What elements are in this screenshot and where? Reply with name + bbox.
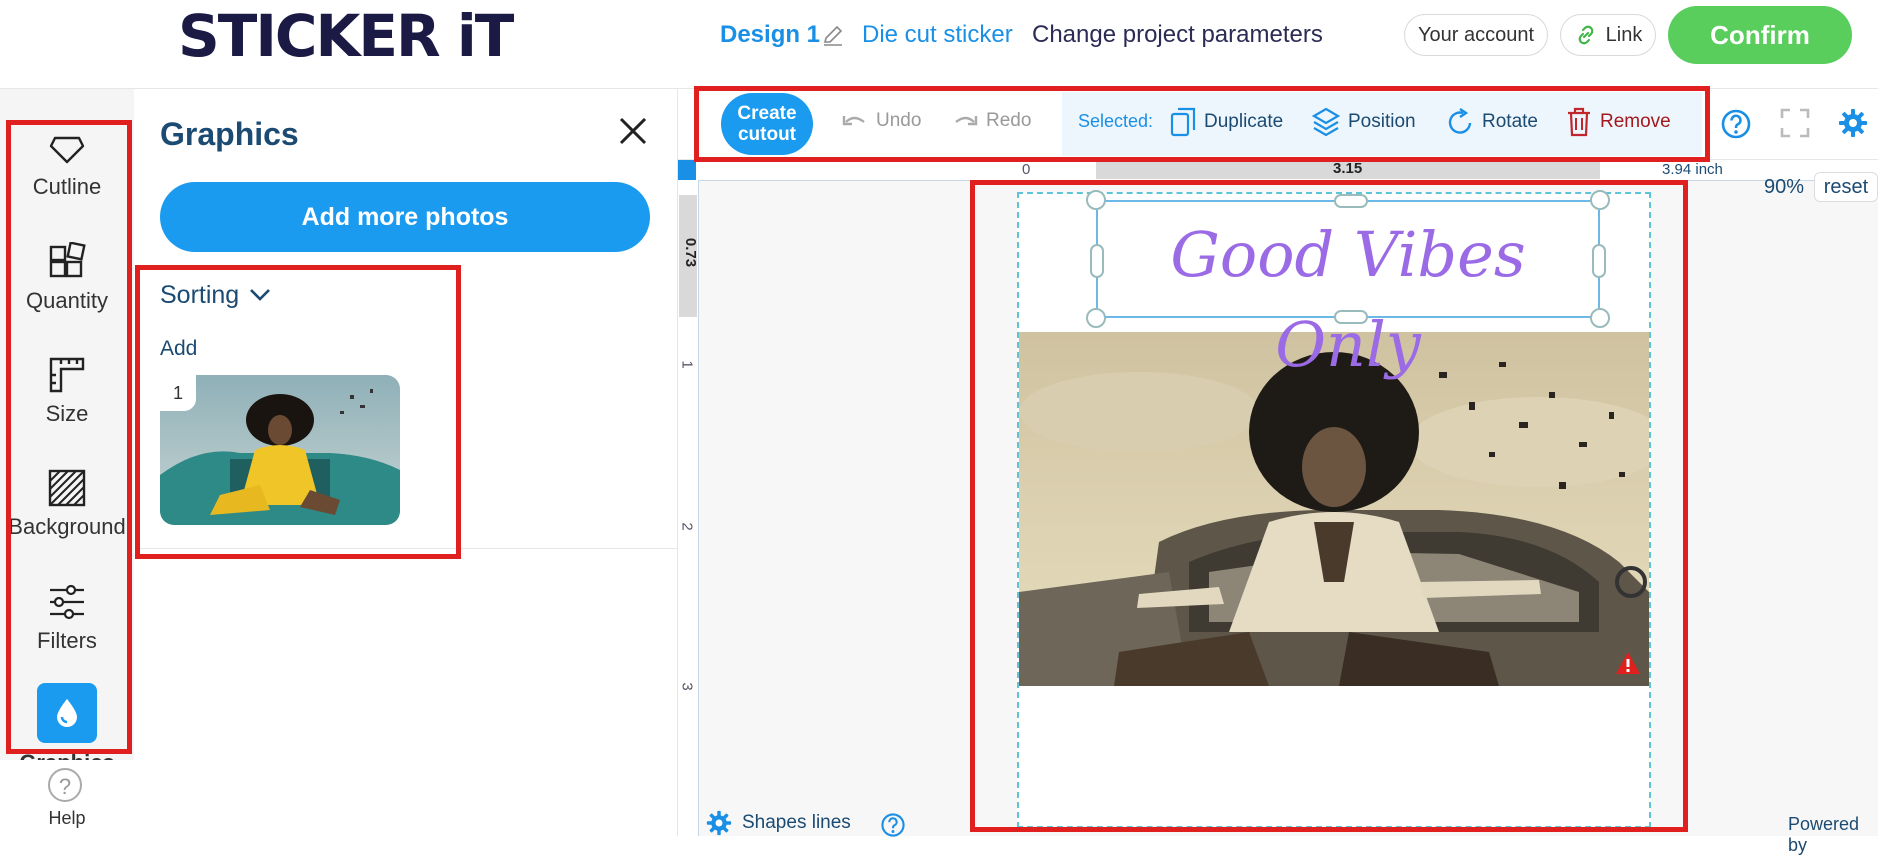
help-icon[interactable]: ? <box>48 768 82 802</box>
your-account-button[interactable]: Your account <box>1404 14 1548 56</box>
resize-handle-top-right[interactable] <box>1590 190 1610 210</box>
sidebar-item-cutline[interactable]: Cutline <box>0 128 134 200</box>
undo-button[interactable]: Undo <box>842 110 921 132</box>
layers-icon <box>1312 107 1340 137</box>
quantity-icon <box>47 242 87 282</box>
rotate-button[interactable]: Rotate <box>1446 107 1538 137</box>
ruler-left-3: 3 <box>678 682 696 691</box>
sidebar-item-quantity[interactable]: Quantity <box>0 242 134 314</box>
thumbnail-index: 1 <box>160 375 196 411</box>
help-label[interactable]: Help <box>0 808 134 829</box>
fullscreen-icon[interactable] <box>1780 108 1810 138</box>
confirm-button[interactable]: Confirm <box>1668 6 1852 64</box>
change-project-parameters-link[interactable]: Change project parameters <box>1032 20 1323 50</box>
resize-handle-top-left[interactable] <box>1086 190 1106 210</box>
pencil-icon[interactable] <box>822 24 844 46</box>
sticker-text[interactable]: Good Vibes Only <box>1100 210 1596 390</box>
design-name[interactable]: Design 1 <box>720 20 820 50</box>
resize-handle-top[interactable] <box>1334 194 1368 208</box>
zoom-level: 90% <box>1764 176 1805 198</box>
add-more-photos-button[interactable]: Add more photos <box>160 182 650 252</box>
sidebar-item-size[interactable]: Size <box>0 355 134 427</box>
add-link[interactable]: Add <box>160 336 197 362</box>
ruler-top-value: 3.15 <box>1333 160 1363 177</box>
link-icon <box>1574 23 1598 47</box>
photo-thumbnail[interactable] <box>160 375 400 525</box>
remove-button[interactable]: Remove <box>1566 107 1671 137</box>
ruler-left-1: 1 <box>678 360 696 369</box>
ruler-corner <box>678 160 696 180</box>
ruler-left-2: 2 <box>678 522 696 531</box>
ruler-top-zero: 0 <box>1022 161 1031 178</box>
close-icon[interactable] <box>616 114 650 148</box>
redo-icon <box>952 112 978 130</box>
gear-icon <box>706 810 732 836</box>
duplicate-button[interactable]: Duplicate <box>1170 107 1283 137</box>
shapes-help-icon[interactable] <box>880 812 906 838</box>
filters-icon <box>47 582 87 622</box>
duplicate-icon <box>1170 107 1196 137</box>
create-cutout-button[interactable]: Create cutout <box>721 93 813 155</box>
cutline-icon <box>47 128 87 168</box>
reset-zoom-button[interactable]: reset <box>1814 172 1878 202</box>
warning-icon[interactable] <box>1614 650 1642 676</box>
ruler-top-total: 3.94 inch <box>1662 161 1723 178</box>
position-button[interactable]: Position <box>1312 107 1416 137</box>
redo-button[interactable]: Redo <box>952 110 1031 132</box>
shapes-lines-button[interactable]: Shapes lines <box>706 810 851 836</box>
link-button[interactable]: Link <box>1560 14 1656 56</box>
background-icon <box>47 468 87 508</box>
panel-title: Graphics <box>160 116 299 152</box>
ruler-icon <box>47 355 87 395</box>
selected-label: Selected: <box>1078 111 1154 131</box>
panel-divider <box>135 548 677 549</box>
sidebar-item-filters[interactable]: Filters <box>0 582 134 654</box>
sidebar-item-graphics[interactable] <box>37 683 97 743</box>
ruler-left-value: 0.73 <box>682 237 700 268</box>
product-type-link[interactable]: Die cut sticker <box>862 20 1013 50</box>
settings-gear-icon[interactable] <box>1838 108 1868 138</box>
sorting-dropdown[interactable]: Sorting <box>160 280 271 310</box>
drop-icon <box>55 697 79 729</box>
help-circle-icon[interactable] <box>1720 108 1752 140</box>
chevron-down-icon <box>249 288 271 302</box>
undo-icon <box>842 112 868 130</box>
logo: STICKER iT <box>178 2 514 70</box>
trash-icon <box>1566 107 1592 137</box>
powered-by-label: Powered by <box>1788 814 1860 855</box>
rotate-icon <box>1446 107 1474 137</box>
sidebar-item-background[interactable]: Background <box>0 468 134 540</box>
